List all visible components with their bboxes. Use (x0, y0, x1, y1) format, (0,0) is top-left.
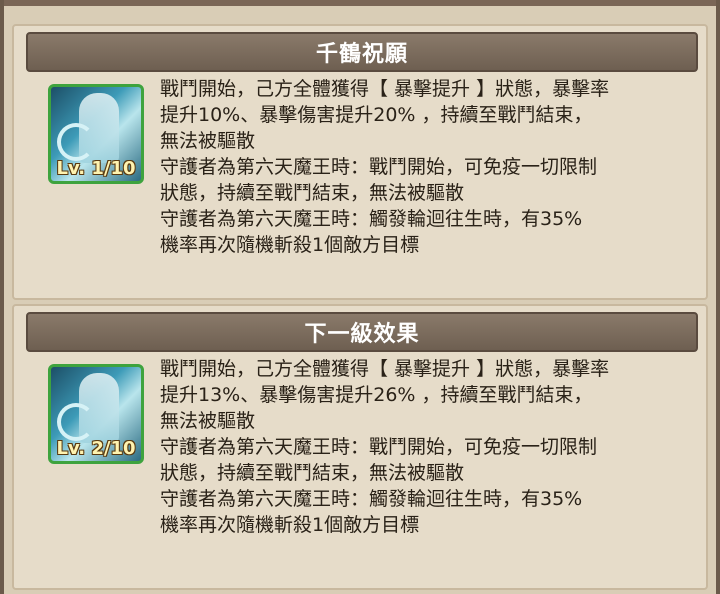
description-line: 戰鬥開始，己方全體獲得【 暴擊提升 】狀態，暴擊率 (160, 358, 610, 380)
description-line: 狀態，持續至戰鬥結束，無法被驅散 (160, 462, 465, 484)
description-line: 提升10%、暴擊傷害提升20% ，持續至戰鬥結束， (160, 104, 593, 126)
next-level-title: 下一級效果 (26, 312, 698, 352)
description-line: 提升13%、暴擊傷害提升26% ，持續至戰鬥結束， (160, 384, 593, 406)
current-level-panel: 千鶴祝願 Lv. 1/10 戰鬥開始，己方全體獲得【 暴擊提升 】狀態，暴擊率 … (12, 24, 708, 300)
description-line: 機率再次隨機斬殺1個敵方目標 (160, 234, 420, 256)
description-line: 守護者為第六天魔王時：觸發輪迴往生時，有35% (160, 208, 583, 230)
skill-description: 戰鬥開始，己方全體獲得【 暴擊提升 】狀態，暴擊率 提升10%、暴擊傷害提升20… (160, 76, 700, 258)
skill-level-label: Lv. 1/10 (56, 158, 136, 179)
description-line: 守護者為第六天魔王時：戰鬥開始，可免疫一切限制 (160, 436, 598, 458)
description-line: 戰鬥開始，己方全體獲得【 暴擊提升 】狀態，暴擊率 (160, 78, 610, 100)
skill-icon: Lv. 1/10 (48, 84, 144, 184)
skill-level-label: Lv. 2/10 (56, 438, 136, 459)
description-line: 狀態，持續至戰鬥結束，無法被驅散 (160, 182, 465, 204)
description-line: 機率再次隨機斬殺1個敵方目標 (160, 514, 420, 536)
next-level-panel: 下一級效果 Lv. 2/10 戰鬥開始，己方全體獲得【 暴擊提升 】狀態，暴擊率… (12, 304, 708, 590)
skill-icon: Lv. 2/10 (48, 364, 144, 464)
description-line: 無法被驅散 (160, 130, 256, 152)
description-line: 守護者為第六天魔王時：觸發輪迴往生時，有35% (160, 488, 583, 510)
swirl-effect (57, 123, 95, 161)
skill-description: 戰鬥開始，己方全體獲得【 暴擊提升 】狀態，暴擊率 提升13%、暴擊傷害提升26… (160, 356, 700, 538)
description-line: 守護者為第六天魔王時：戰鬥開始，可免疫一切限制 (160, 156, 598, 178)
swirl-effect (57, 403, 95, 441)
skill-info-window: 千鶴祝願 Lv. 1/10 戰鬥開始，己方全體獲得【 暴擊提升 】狀態，暴擊率 … (0, 0, 720, 594)
skill-title: 千鶴祝願 (26, 32, 698, 72)
description-line: 無法被驅散 (160, 410, 256, 432)
